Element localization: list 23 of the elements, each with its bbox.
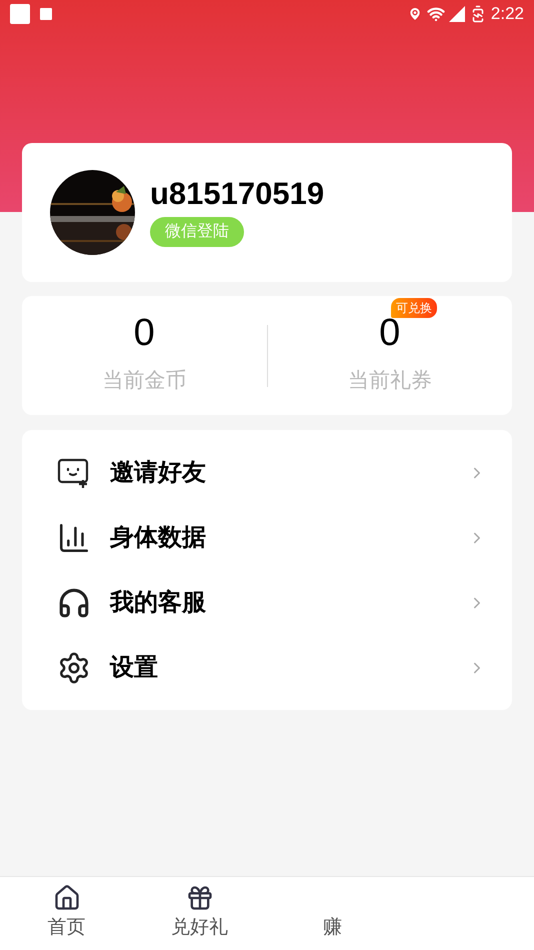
menu-item[interactable]: 设置 (22, 635, 512, 700)
username: u815170519 (150, 178, 324, 209)
settings-icon (57, 650, 91, 684)
exchange-badge: 可兑换 (391, 298, 438, 318)
message-plus-icon (57, 456, 91, 488)
menu-item[interactable]: 邀请好友 (22, 440, 512, 505)
nav-tab[interactable]: 赚 (266, 884, 399, 943)
login-badge: 微信登陆 (150, 217, 244, 247)
stat-value: 0 (134, 312, 155, 354)
nav-tab[interactable]: 兑好礼 (133, 884, 266, 943)
stat-label: 当前金币 (102, 368, 186, 394)
wifi-icon (426, 5, 445, 23)
home-icon (52, 884, 80, 912)
nav-tab[interactable]: 首页 (0, 884, 133, 943)
app-notification-icon (40, 8, 52, 20)
signal-icon (448, 6, 465, 22)
menu-item[interactable]: 身体数据 (22, 505, 512, 570)
menu-item[interactable]: 我的客服 (22, 570, 512, 635)
gift-icon (186, 884, 214, 912)
notification-icon (10, 4, 30, 24)
headset-icon (57, 586, 91, 620)
status-time: 2:22 (490, 3, 524, 26)
stat-label: 当前礼券 (348, 368, 432, 394)
